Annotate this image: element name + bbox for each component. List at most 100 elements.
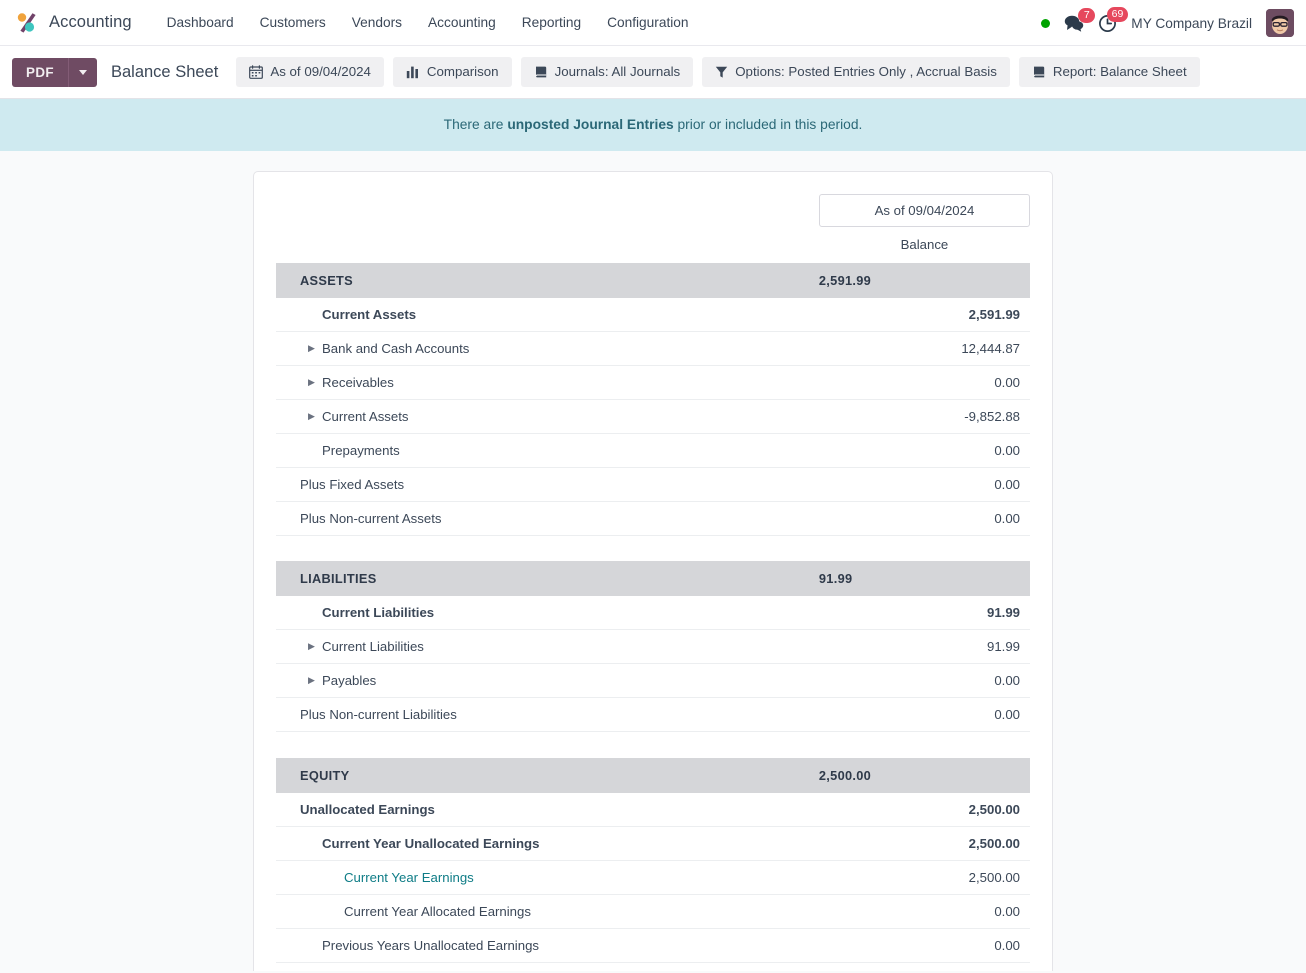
- period-label[interactable]: As of 09/04/2024: [818, 193, 1030, 227]
- row-label-cell: LIABILITIES: [276, 561, 819, 597]
- row-label-cell: Current Year Earnings: [276, 860, 819, 895]
- book-icon: [1032, 65, 1046, 79]
- row-value: 2,500.00: [818, 826, 1030, 861]
- row-value: 0.00: [818, 894, 1030, 929]
- main-menu: Dashboard Customers Vendors Accounting R…: [154, 9, 702, 36]
- row-value: 2,591.99: [818, 297, 1030, 332]
- table-row: Retained Earnings0.00: [276, 962, 1030, 971]
- row-label: Plus Non-current Assets: [300, 510, 442, 526]
- nav-item-accounting[interactable]: Accounting: [415, 9, 509, 36]
- online-status-dot: [1041, 18, 1051, 28]
- table-row[interactable]: ▶ Receivables 0.00: [276, 365, 1030, 400]
- nav-item-reporting[interactable]: Reporting: [509, 9, 594, 36]
- unposted-entries-alert: There are unposted Journal Entries prior…: [0, 99, 1306, 151]
- row-label: Plus Fixed Assets: [300, 476, 405, 492]
- row-label[interactable]: Current Year Earnings: [344, 870, 474, 885]
- nav-item-vendors[interactable]: Vendors: [339, 9, 415, 36]
- row-label: Current Liabilities: [322, 639, 424, 655]
- row-label-cell: ▶ Receivables: [276, 365, 819, 400]
- row-value: 0.00: [818, 663, 1030, 699]
- table-row: Previous Years Unallocated Earnings 0.00: [276, 928, 1030, 963]
- filter-comparison-button[interactable]: Comparison: [392, 57, 512, 87]
- row-value: 91.99: [818, 561, 1030, 597]
- filter-date-button[interactable]: As of 09/04/2024: [236, 57, 384, 87]
- balance-sheet-card: As of 09/04/2024 Balance ASSETS 2,591.99 C…: [253, 170, 1053, 971]
- expand-triangle-icon[interactable]: ▶: [308, 343, 322, 353]
- row-label-cell: ▶ Bank and Cash Accounts: [276, 331, 819, 366]
- page-title: Balance Sheet: [110, 62, 219, 81]
- filter-journals-button[interactable]: Journals: All Journals: [520, 57, 694, 87]
- row-label-cell: Retained Earnings: [276, 962, 819, 971]
- filter-comparison-label: Comparison: [426, 64, 499, 80]
- row-value: 2,500.00: [818, 860, 1030, 895]
- row-label-cell: Previous Years Unallocated Earnings: [276, 928, 819, 963]
- row-label-cell: Prepayments: [276, 433, 819, 468]
- expand-triangle-icon[interactable]: ▶: [308, 411, 322, 421]
- messages-button[interactable]: 7: [1064, 7, 1096, 32]
- table-row: Current Year Allocated Earnings 0.00: [276, 894, 1030, 929]
- company-switcher[interactable]: MY Company Brazil: [1131, 16, 1252, 31]
- expand-triangle-icon[interactable]: ▶: [308, 377, 322, 387]
- brand-home-link[interactable]: Accounting: [14, 10, 132, 36]
- filter-journals-label: Journals: All Journals: [554, 64, 681, 80]
- activities-button[interactable]: 69: [1098, 6, 1129, 33]
- filter-options-button[interactable]: Options: Posted Entries Only , Accrual B…: [702, 57, 1010, 87]
- row-value: -9,852.88: [818, 399, 1030, 434]
- balance-sheet-table: As of 09/04/2024 Balance ASSETS 2,591.99 C…: [276, 184, 1030, 971]
- odoo-logo-icon: [14, 10, 40, 36]
- row-value: 2,500.00: [818, 792, 1030, 827]
- row-label: LIABILITIES: [300, 571, 377, 587]
- row-label: Current Year Unallocated Earnings: [322, 835, 540, 851]
- filter-date-label: As of 09/04/2024: [270, 64, 371, 80]
- table-row-spacer: [276, 535, 1030, 561]
- table-row[interactable]: Current Year Earnings 2,500.00: [276, 860, 1030, 895]
- row-label-cell: ▶ Current Liabilities: [276, 629, 819, 665]
- row-label: Bank and Cash Accounts: [322, 340, 470, 356]
- row-label-cell: Unallocated Earnings: [276, 792, 819, 827]
- row-label: Plus Non-current Liabilities: [300, 707, 457, 723]
- table-row: Current Assets 2,591.99: [276, 297, 1030, 332]
- bar-chart-icon: [406, 65, 420, 79]
- row-label: Current Year Allocated Earnings: [344, 903, 531, 919]
- filter-report-button[interactable]: Report: Balance Sheet: [1018, 57, 1200, 87]
- row-value: 91.99: [818, 596, 1030, 631]
- table-row[interactable]: ▶ Current Assets -9,852.88: [276, 399, 1030, 434]
- pdf-export-button[interactable]: PDF: [12, 57, 68, 87]
- table-row: Plus Non-current Liabilities 0.00: [276, 697, 1030, 733]
- filter-report-label: Report: Balance Sheet: [1052, 64, 1187, 80]
- alert-text-emphasis[interactable]: unposted Journal Entries: [507, 117, 673, 132]
- filter-options-label: Options: Posted Entries Only , Accrual B…: [735, 64, 997, 80]
- row-label: Current Liabilities: [322, 605, 435, 621]
- row-value: 0.00: [818, 501, 1030, 536]
- nav-item-configuration[interactable]: Configuration: [594, 9, 701, 36]
- table-row[interactable]: ▶ Current Liabilities 91.99: [276, 629, 1030, 665]
- nav-item-dashboard[interactable]: Dashboard: [154, 9, 247, 36]
- table-row[interactable]: ▶ Payables 0.00: [276, 663, 1030, 699]
- row-label: Unallocated Earnings: [300, 801, 435, 817]
- brand-name: Accounting: [49, 13, 132, 31]
- row-label: Previous Years Unallocated Earnings: [322, 937, 539, 953]
- row-value: 2,500.00: [818, 757, 1030, 793]
- activities-count-badge: 69: [1106, 6, 1129, 22]
- table-row: Plus Non-current Assets 0.00: [276, 501, 1030, 536]
- table-row[interactable]: ▶ Bank and Cash Accounts 12,444.87: [276, 331, 1030, 366]
- row-value: 0.00: [818, 467, 1030, 502]
- row-label-cell: Current Year Unallocated Earnings: [276, 826, 819, 861]
- nav-item-customers[interactable]: Customers: [247, 9, 339, 36]
- expand-triangle-icon[interactable]: ▶: [308, 676, 322, 685]
- header-empty-cell: [276, 184, 819, 227]
- row-value: 0.00: [818, 962, 1030, 971]
- row-label-cell: Current Year Allocated Earnings: [276, 894, 819, 929]
- header-empty-cell-2: [276, 227, 819, 263]
- row-label: Receivables: [322, 374, 394, 390]
- balance-column-header: Balance: [900, 236, 949, 252]
- expand-triangle-icon[interactable]: ▶: [308, 642, 322, 651]
- row-value: 0.00: [818, 365, 1030, 400]
- row-label-cell: ASSETS: [276, 262, 819, 298]
- pdf-dropdown-toggle[interactable]: [67, 57, 97, 87]
- book-icon: [534, 65, 548, 79]
- row-label-cell: Plus Non-current Assets: [276, 501, 819, 536]
- row-label-cell: Plus Fixed Assets: [276, 467, 819, 502]
- chevron-down-icon: [78, 69, 87, 75]
- user-avatar[interactable]: [1266, 9, 1294, 37]
